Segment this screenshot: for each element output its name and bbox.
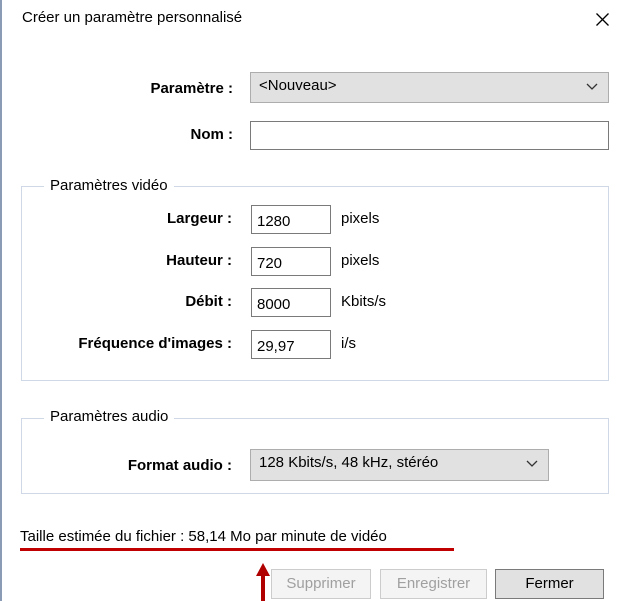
height-unit: pixels [341, 252, 380, 269]
bitrate-field[interactable] [251, 288, 331, 317]
chevron-down-icon [586, 83, 598, 90]
audio-format-selected-value: 128 Kbits/s, 48 kHz, stéréo [259, 454, 439, 471]
annotation-underline [20, 548, 454, 551]
framerate-unit: i/s [341, 335, 356, 352]
width-field[interactable] [251, 205, 331, 234]
bitrate-label: Débit : [185, 293, 232, 310]
estimated-file-size: Taille estimée du fichier : 58,14 Mo par… [20, 528, 387, 545]
name-label: Nom : [190, 126, 234, 143]
window-edge [0, 0, 2, 601]
audio-format-dropdown[interactable]: 128 Kbits/s, 48 kHz, stéréo [250, 449, 549, 481]
height-label: Hauteur : [166, 252, 232, 269]
red-arrow-up-icon [256, 563, 270, 601]
audio-settings-title: Paramètres audio [44, 408, 175, 425]
preset-selected-value: <Nouveau> [259, 77, 337, 94]
close-icon [596, 13, 609, 26]
title-bar: Créer un paramètre personnalisé [0, 0, 625, 40]
height-field[interactable] [251, 247, 331, 276]
framerate-field[interactable] [251, 330, 331, 359]
custom-preset-dialog: Créer un paramètre personnalisé Paramètr… [0, 0, 625, 601]
preset-label: Paramètre : [150, 80, 233, 97]
bitrate-unit: Kbits/s [341, 293, 387, 310]
save-button[interactable]: Enregistrer [380, 569, 487, 599]
framerate-label: Fréquence d'images : [78, 335, 232, 352]
width-unit: pixels [341, 210, 380, 227]
dialog-title: Créer un paramètre personnalisé [22, 9, 243, 26]
width-label: Largeur : [166, 210, 232, 227]
name-field[interactable] [250, 121, 609, 150]
audio-format-label: Format audio : [127, 457, 232, 474]
close-window-button[interactable] [587, 5, 617, 33]
delete-button[interactable]: Supprimer [271, 569, 371, 599]
preset-dropdown[interactable]: <Nouveau> [250, 72, 609, 103]
chevron-down-icon [526, 460, 538, 467]
close-button[interactable]: Fermer [495, 569, 604, 599]
video-settings-title: Paramètres vidéo [44, 177, 174, 194]
